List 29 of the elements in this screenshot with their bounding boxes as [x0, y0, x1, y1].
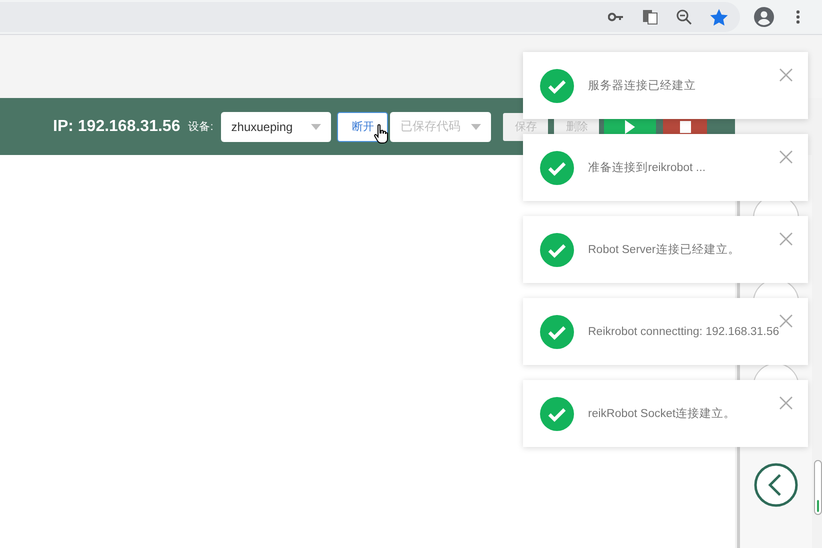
- device-label: 设备:: [188, 120, 214, 134]
- scrollbar[interactable]: [814, 460, 822, 515]
- star-icon[interactable]: [710, 8, 728, 26]
- caret-icon: [311, 124, 322, 130]
- zoom-out-icon[interactable]: [676, 9, 692, 25]
- notification-message: 准备连接到reikrobot ...: [588, 160, 706, 175]
- close-icon[interactable]: [779, 68, 793, 82]
- notification-message: Robot Server连接已经建立。: [588, 242, 740, 257]
- close-icon[interactable]: [779, 150, 793, 164]
- account-icon[interactable]: [754, 7, 774, 27]
- hand-cursor-icon: [374, 124, 388, 144]
- close-icon[interactable]: [779, 232, 793, 246]
- success-icon: [540, 396, 574, 430]
- device-select[interactable]: zhuxueping: [221, 112, 332, 142]
- notification-message: 服务器连接已经建立: [588, 78, 696, 93]
- notification-message: Reikrobot connectting: 192.168.31.56: [588, 326, 780, 338]
- close-icon[interactable]: [779, 314, 793, 328]
- success-icon: [540, 150, 574, 184]
- ip-address: IP: 192.168.31.56: [53, 118, 180, 136]
- back-button[interactable]: [754, 463, 798, 507]
- saved-code-select[interactable]: 已保存代码: [390, 112, 492, 142]
- close-icon[interactable]: [779, 396, 793, 410]
- menu-icon[interactable]: [796, 10, 800, 24]
- success-icon: [540, 232, 574, 266]
- key-icon[interactable]: [608, 12, 624, 22]
- caret-icon: [471, 124, 482, 130]
- success-icon: [540, 314, 574, 348]
- success-icon: [540, 68, 574, 102]
- notification-message: reikRobot Socket连接建立。: [588, 406, 736, 421]
